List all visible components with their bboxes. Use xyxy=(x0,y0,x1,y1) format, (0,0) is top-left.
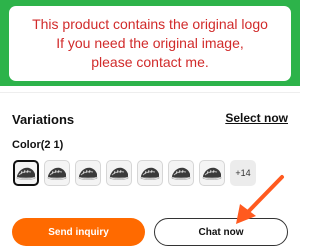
shoe-thumbnail-icon xyxy=(16,167,36,180)
shoe-thumbnail-icon xyxy=(47,167,67,180)
color-swatch-2[interactable] xyxy=(44,160,70,186)
color-swatch-list: +14 xyxy=(13,160,256,186)
select-now-link[interactable]: Select now xyxy=(225,111,288,125)
color-swatch-7[interactable] xyxy=(199,160,225,186)
notice-banner: This product contains the original logo … xyxy=(0,0,300,86)
color-swatch-5[interactable] xyxy=(137,160,163,186)
notice-line-3: please contact me. xyxy=(91,54,209,70)
shoe-thumbnail-icon xyxy=(109,167,129,180)
shoe-thumbnail-icon xyxy=(202,167,222,180)
color-swatch-4[interactable] xyxy=(106,160,132,186)
more-colors-button[interactable]: +14 xyxy=(230,160,256,186)
notice-box: This product contains the original logo … xyxy=(9,6,291,81)
chat-now-button[interactable]: Chat now xyxy=(154,218,288,246)
notice-line-2: If you need the original image, xyxy=(56,35,244,51)
shoe-thumbnail-icon xyxy=(171,167,191,180)
variations-heading: Variations xyxy=(12,112,75,127)
shoe-thumbnail-icon xyxy=(140,167,160,180)
notice-line-1: This product contains the original logo xyxy=(32,16,268,32)
color-label: Color(2 1) xyxy=(12,139,64,151)
color-swatch-6[interactable] xyxy=(168,160,194,186)
color-swatch-1[interactable] xyxy=(13,160,39,186)
section-divider xyxy=(0,92,300,93)
color-swatch-3[interactable] xyxy=(75,160,101,186)
shoe-thumbnail-icon xyxy=(78,167,98,180)
send-inquiry-button[interactable]: Send inquiry xyxy=(12,218,145,246)
